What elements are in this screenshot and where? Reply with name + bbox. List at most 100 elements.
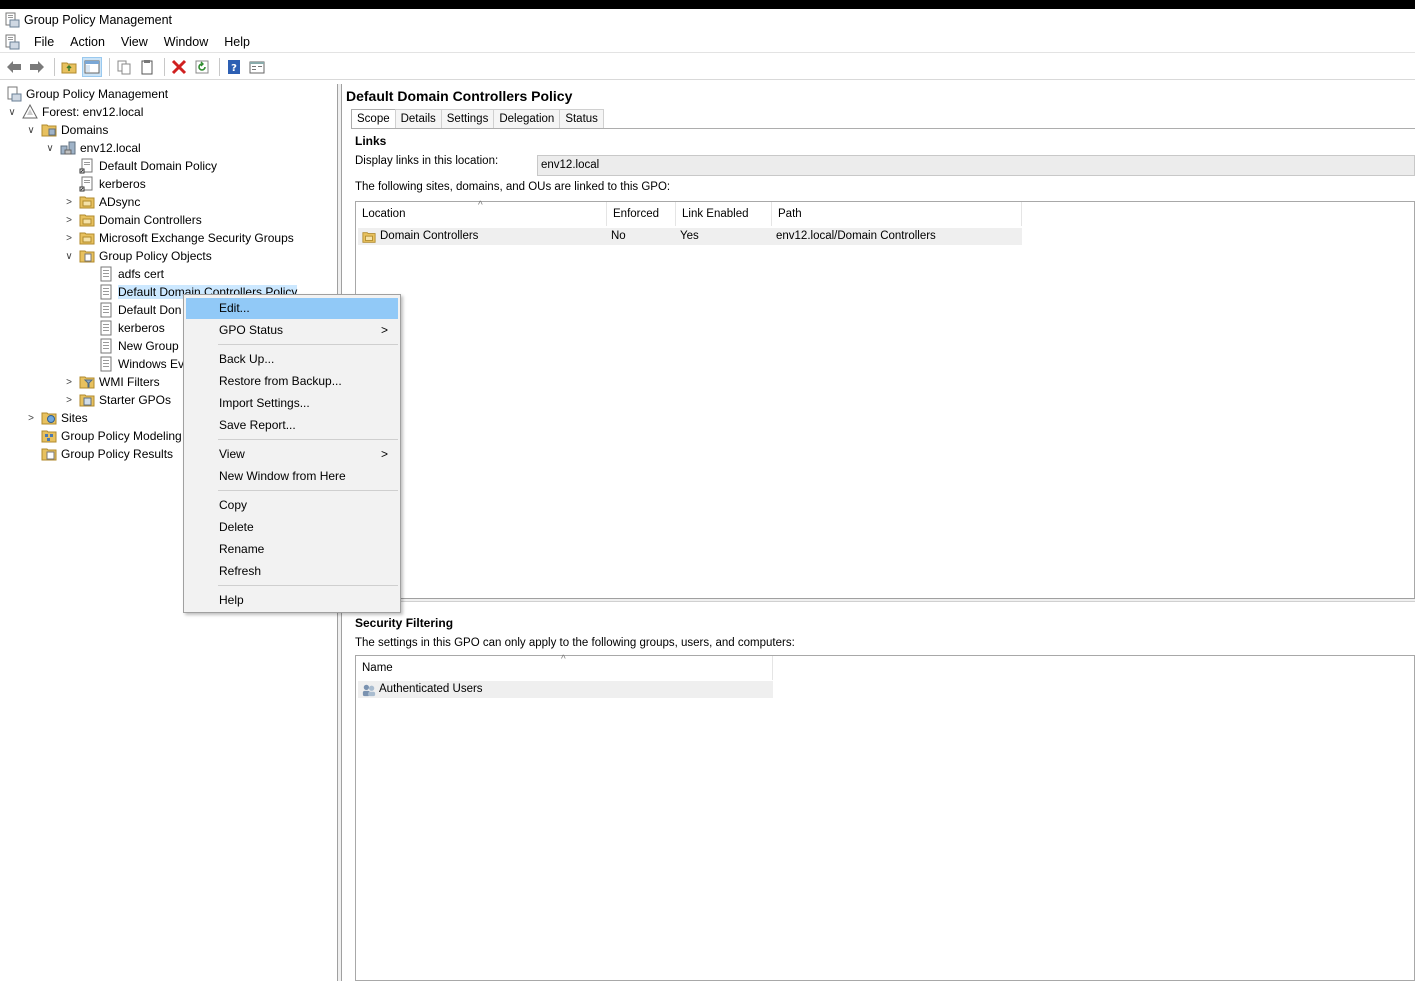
copy-button[interactable] xyxy=(114,57,134,77)
horizontal-splitter[interactable] xyxy=(351,598,1415,602)
menu-item-delete[interactable]: Delete xyxy=(186,517,398,538)
back-button[interactable] xyxy=(4,57,24,77)
tree-item-exchange-security-groups[interactable]: > Microsoft Exchange Security Groups xyxy=(63,229,294,247)
forward-button[interactable] xyxy=(27,57,47,77)
tree-item-gpo-adfs-cert[interactable]: adfs cert xyxy=(98,265,164,283)
security-filtering-description: The settings in this GPO can only apply … xyxy=(355,637,795,649)
table-row[interactable]: Authenticated Users xyxy=(358,681,773,698)
tree-item-group-policy-objects[interactable]: ∨ Group Policy Objects xyxy=(63,247,211,265)
gpmc-app-icon xyxy=(5,12,20,28)
tab-details[interactable]: Details xyxy=(394,109,442,128)
tree-item-wmi-filters[interactable]: > WMI Filters xyxy=(63,373,160,391)
ou-folder-icon xyxy=(362,231,376,243)
menu-file[interactable]: File xyxy=(26,31,62,53)
tree-item-label: adfs cert xyxy=(118,267,165,281)
menu-item-back-up[interactable]: Back Up... xyxy=(186,349,398,370)
gpo-icon xyxy=(100,338,112,354)
menu-item-new-window-from-here[interactable]: New Window from Here xyxy=(186,466,398,487)
menu-view[interactable]: View xyxy=(113,31,156,53)
tree-item-domains[interactable]: ∨ Domains xyxy=(25,121,108,139)
tab-delegation[interactable]: Delegation xyxy=(493,109,561,128)
tree-item-label: kerberos xyxy=(99,177,146,191)
tab-scope[interactable]: Scope xyxy=(351,109,396,128)
properties-button[interactable] xyxy=(247,57,267,77)
links-list[interactable]: ^ Location Enforced Link Enabled Path Do… xyxy=(355,200,1415,599)
chevron-right-icon[interactable]: > xyxy=(63,232,75,244)
column-enforced[interactable]: Enforced xyxy=(607,202,676,226)
menu-item-restore-from-backup[interactable]: Restore from Backup... xyxy=(186,371,398,392)
gpo-icon xyxy=(100,266,112,282)
refresh-button[interactable] xyxy=(192,57,212,77)
tree-item-forest[interactable]: ∨ Forest: env12.local xyxy=(6,103,143,121)
menu-item-edit[interactable]: Edit... xyxy=(186,298,398,319)
tree-item-label: Windows Ev xyxy=(118,357,185,371)
menu-item-gpo-status[interactable]: GPO Status > xyxy=(186,320,398,341)
menu-item-view[interactable]: View > xyxy=(186,444,398,465)
delete-button[interactable] xyxy=(169,57,189,77)
tree-item-domain-env12[interactable]: ∨ env12.local xyxy=(44,139,140,157)
system-menu-icon[interactable] xyxy=(4,34,20,50)
menu-action[interactable]: Action xyxy=(62,31,113,53)
tab-settings[interactable]: Settings xyxy=(440,109,495,128)
chevron-down-icon[interactable]: ∨ xyxy=(25,124,37,136)
chevron-down-icon[interactable]: ∨ xyxy=(44,142,56,154)
tree-item-gpm-root[interactable]: Group Policy Management xyxy=(6,85,168,103)
gpo-context-menu: Edit... GPO Status > Back Up... Restore … xyxy=(183,294,401,613)
tree-item-domain-controllers[interactable]: > Domain Controllers xyxy=(63,211,202,229)
chevron-right-icon[interactable]: > xyxy=(63,376,75,388)
table-row[interactable]: Domain Controllers No Yes env12.local/Do… xyxy=(358,228,1022,245)
help-button[interactable]: ? xyxy=(224,57,244,77)
starter-gpos-icon xyxy=(79,394,95,407)
tree-item-adsync[interactable]: > ADsync xyxy=(63,193,140,211)
folder-up-icon xyxy=(61,62,77,73)
tree-item-gpo-kerberos[interactable]: kerberos xyxy=(98,319,165,337)
ou-folder-icon xyxy=(79,232,95,245)
tree-item-gpo-default-domain-policy[interactable]: Default Don xyxy=(98,301,181,319)
menu-item-copy[interactable]: Copy xyxy=(186,495,398,516)
tree-item-gpo-windows[interactable]: Windows Ev xyxy=(98,355,184,373)
chevron-down-icon[interactable]: ∨ xyxy=(6,106,18,118)
menu-item-refresh[interactable]: Refresh xyxy=(186,561,398,582)
column-label: Link Enabled xyxy=(682,208,749,220)
column-location[interactable]: ^ Location xyxy=(356,200,607,226)
tree-item-gpo-new-group[interactable]: New Group xyxy=(98,337,179,355)
menu-item-save-report[interactable]: Save Report... xyxy=(186,415,398,436)
tree-item-sites[interactable]: > Sites xyxy=(25,409,88,427)
links-description: The following sites, domains, and OUs ar… xyxy=(355,181,671,193)
show-hide-tree-button[interactable] xyxy=(82,56,102,77)
tree-item-default-domain-policy-link[interactable]: Default Domain Policy xyxy=(79,157,217,175)
tree-item-label: ADsync xyxy=(99,195,141,209)
tab-divider xyxy=(351,128,1415,129)
chevron-down-icon[interactable]: ∨ xyxy=(63,250,75,262)
cell-location: Domain Controllers xyxy=(358,228,607,245)
chevron-right-icon[interactable]: > xyxy=(63,214,75,226)
menu-item-help[interactable]: Help xyxy=(186,590,398,611)
gpo-link-icon xyxy=(79,176,93,192)
column-path[interactable]: Path xyxy=(772,202,1022,226)
display-links-location-dropdown[interactable]: env12.local xyxy=(537,155,1415,176)
submenu-arrow-icon: > xyxy=(380,323,388,337)
chevron-right-icon[interactable]: > xyxy=(63,394,75,406)
menu-item-import-settings[interactable]: Import Settings... xyxy=(186,393,398,414)
menu-window[interactable]: Window xyxy=(156,31,216,53)
column-link-enabled[interactable]: Link Enabled xyxy=(676,202,772,226)
tree-item-starter-gpos[interactable]: > Starter GPOs xyxy=(63,391,171,409)
gpmc-icon xyxy=(7,86,22,102)
chevron-right-icon[interactable]: > xyxy=(63,196,75,208)
paste-button[interactable] xyxy=(137,57,157,77)
up-one-level-button[interactable] xyxy=(59,57,79,77)
security-filtering-list[interactable]: ^ Name Authenticated Users xyxy=(355,654,1415,981)
tab-status[interactable]: Status xyxy=(559,109,604,128)
tree-item-kerberos-link[interactable]: kerberos xyxy=(79,175,146,193)
tree-item-label: Starter GPOs xyxy=(99,393,172,407)
tree-item-label: Default Domain Policy xyxy=(99,159,218,173)
menu-item-rename[interactable]: Rename xyxy=(186,539,398,560)
sites-icon xyxy=(41,412,57,425)
tree-item-group-policy-modeling[interactable]: Group Policy Modeling xyxy=(41,427,182,445)
menu-help[interactable]: Help xyxy=(216,31,258,53)
tree-item-group-policy-results[interactable]: Group Policy Results xyxy=(41,445,173,463)
forward-arrow-icon xyxy=(30,60,44,73)
toolbar: ? xyxy=(0,54,1415,80)
chevron-right-icon[interactable]: > xyxy=(25,412,37,424)
column-name[interactable]: ^ Name xyxy=(356,654,773,680)
